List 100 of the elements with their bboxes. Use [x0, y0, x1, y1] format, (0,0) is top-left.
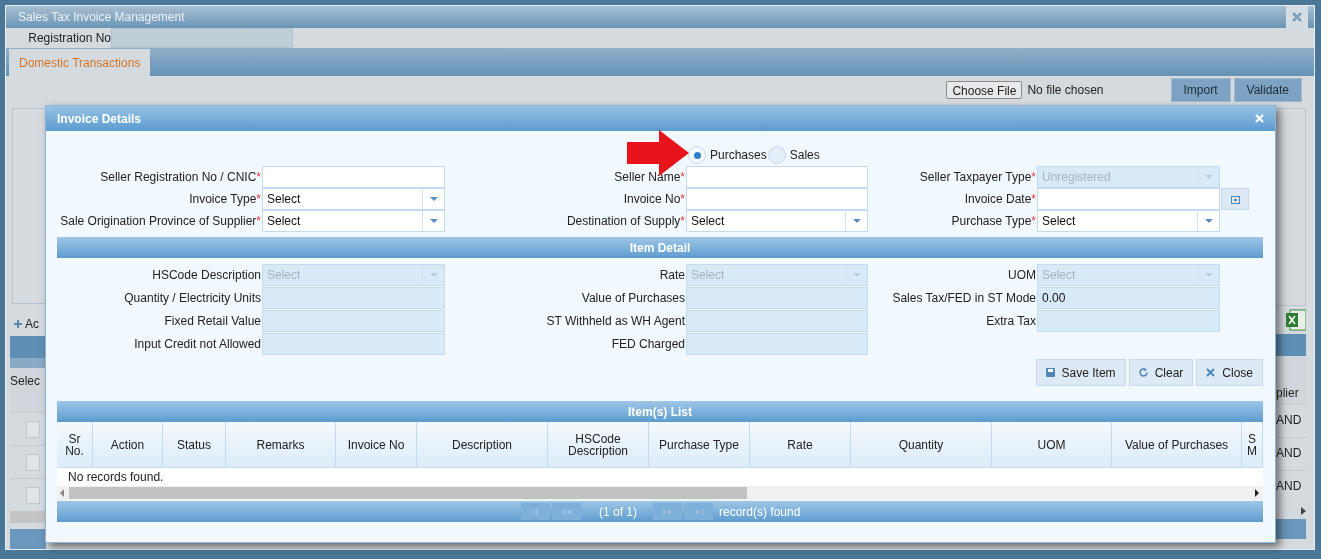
dropdown[interactable]: Select	[686, 210, 868, 232]
grid-header-bar	[10, 336, 46, 358]
column-header: Value of Purchases	[1112, 422, 1242, 467]
close-button[interactable]	[1253, 112, 1265, 125]
record-count: record(s) found	[719, 503, 801, 521]
field-label: Seller Name*	[614, 171, 685, 183]
dropdown-arrow-icon	[1204, 272, 1213, 277]
checkbox[interactable]	[26, 486, 40, 504]
field-label: Invoice Date*	[964, 193, 1036, 205]
dropdown-arrow-icon	[852, 272, 861, 277]
radio-option[interactable]: Sales	[767, 146, 820, 164]
column-header: Rate	[750, 422, 851, 467]
radio-option[interactable]: Purchases	[688, 146, 767, 164]
page-indicator: (1 of 1)	[598, 503, 638, 521]
column-header: Selec	[10, 374, 41, 388]
section-title: Item(s) List	[628, 403, 692, 421]
column-header: Description	[417, 422, 548, 467]
scrollbar-thumb[interactable]	[69, 487, 747, 499]
column-header: Sr No.	[57, 422, 93, 467]
dropdown-arrow-icon	[1204, 175, 1213, 179]
empty-message: No records found.	[68, 469, 164, 486]
refresh-icon	[1138, 368, 1148, 377]
window-title: Sales Tax Invoice Management	[18, 9, 186, 26]
table-cell: AND	[1276, 413, 1302, 427]
field-label: Seller Taxpayer Type*	[919, 171, 1036, 183]
toolbar-button[interactable]: Import	[1170, 78, 1231, 102]
field-label: Seller Registration No / CNIC*	[100, 171, 261, 183]
date-field[interactable]	[1037, 188, 1220, 210]
dropdown-arrow-icon	[429, 197, 438, 201]
dropdown[interactable]: Select	[262, 188, 445, 210]
last-page-icon	[693, 508, 704, 515]
pager-button[interactable]	[684, 503, 713, 520]
field-label: Rate	[659, 268, 685, 281]
action-button[interactable]: Clear	[1128, 359, 1194, 386]
column-header: Purchase Type	[649, 422, 750, 467]
close-icon	[1292, 12, 1302, 22]
dropdown[interactable]: Select	[262, 210, 445, 232]
field-label: Quantity / Electricity Units	[124, 291, 261, 304]
column-header: UOM	[992, 422, 1112, 467]
column-header: Quantity	[851, 422, 992, 467]
field-label: Destination of Supply*	[566, 215, 685, 227]
first-page-icon	[530, 508, 541, 515]
field-label: Registration No	[27, 30, 111, 48]
close-icon	[1254, 114, 1264, 123]
add-button[interactable]: Ac	[10, 312, 46, 336]
pager-button[interactable]	[521, 503, 550, 520]
file-status: No file chosen	[1027, 82, 1104, 99]
field-label: ST Withheld as WH Agent	[546, 314, 685, 327]
grid-header-bar	[1276, 334, 1306, 356]
calendar-button[interactable]	[1221, 188, 1249, 210]
field-label: HSCode Description	[152, 268, 261, 281]
radio-button[interactable]	[767, 146, 786, 164]
field-label: Sale Origination Province of Supplier*	[60, 215, 261, 227]
save-icon	[1045, 368, 1055, 377]
field-label: FED Charged	[611, 337, 685, 350]
grid-footer-bar	[1276, 519, 1306, 539]
column-header: S M	[1242, 422, 1263, 467]
column-header: Action	[93, 422, 163, 467]
field-label: Value of Purchases	[581, 291, 685, 304]
field-label: Invoice Type*	[189, 193, 261, 205]
spreadsheet-icon	[1286, 308, 1306, 332]
dropdown-arrow-icon	[429, 219, 438, 223]
close-icon	[1206, 368, 1216, 377]
section-title: Item Detail	[629, 239, 691, 257]
field-label: UOM	[1008, 268, 1036, 281]
dialog-title: Invoice Details	[57, 110, 143, 128]
input-field[interactable]	[686, 188, 868, 210]
field-label: Fixed Retail Value	[164, 314, 261, 327]
column-header: Status	[163, 422, 226, 467]
close-button[interactable]	[1286, 6, 1308, 28]
dropdown-arrow-icon	[1204, 219, 1213, 223]
scroll-right-icon	[1301, 507, 1306, 515]
dropdown[interactable]: Select	[1037, 210, 1220, 232]
scrollbar[interactable]	[10, 511, 46, 523]
checkbox[interactable]	[26, 420, 40, 438]
previous-page-icon	[561, 508, 572, 515]
input-field[interactable]	[686, 166, 868, 188]
action-button[interactable]: Save Item	[1035, 359, 1126, 386]
calendar-icon	[1230, 194, 1240, 204]
pager-button[interactable]	[653, 503, 682, 520]
toolbar-button[interactable]: Validate	[1233, 78, 1302, 102]
next-page-icon	[662, 508, 673, 515]
choose-file-button[interactable]: Choose File	[946, 81, 1023, 99]
column-header: Invoice No	[336, 422, 417, 467]
input-field[interactable]	[262, 166, 445, 188]
dropdown-arrow-icon	[852, 219, 861, 223]
action-button[interactable]: Close	[1196, 359, 1263, 386]
checkbox[interactable]	[26, 453, 40, 471]
field-label: Sales Tax/FED in ST Mode	[892, 291, 1036, 304]
table-cell: AND	[1276, 479, 1302, 493]
plus-icon	[14, 320, 22, 328]
field-label: Input Credit not Allowed	[134, 337, 261, 350]
registration-field[interactable]	[111, 28, 293, 49]
grid-footer-bar	[10, 529, 46, 549]
radio-button[interactable]	[688, 146, 706, 164]
pager-button[interactable]	[552, 503, 581, 520]
column-header: Remarks	[226, 422, 336, 467]
column-header: plier	[1276, 385, 1299, 402]
field-label: Invoice No*	[623, 193, 685, 205]
scrollbar[interactable]	[57, 486, 1263, 500]
